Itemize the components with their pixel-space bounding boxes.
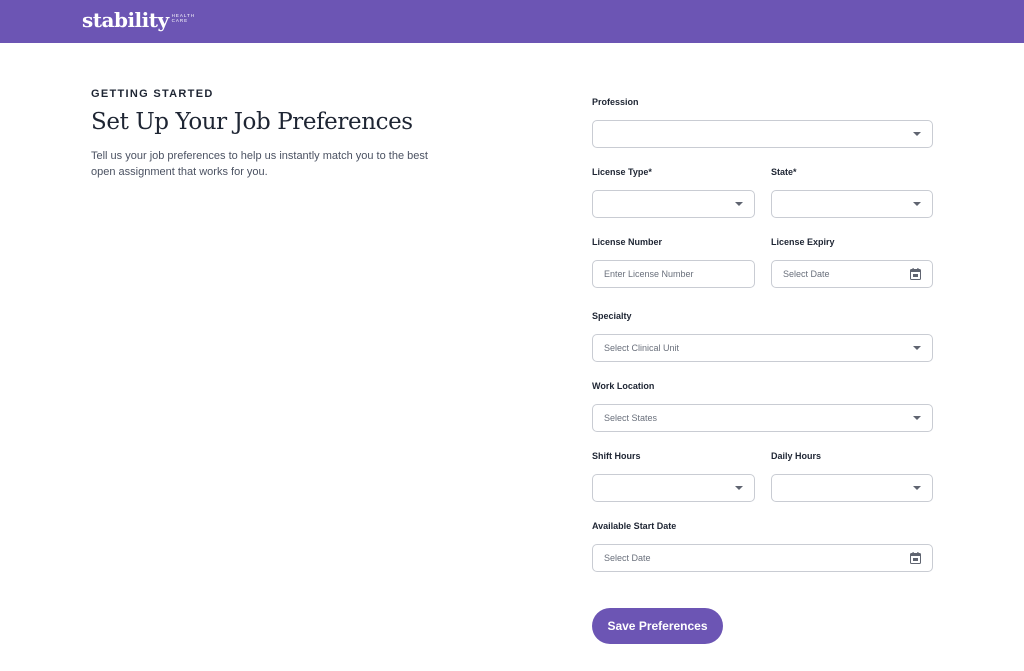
license-type-select[interactable] — [592, 190, 755, 218]
chevron-down-icon — [913, 346, 921, 350]
specialty-select[interactable]: Select Clinical Unit — [592, 334, 933, 362]
save-preferences-button[interactable]: Save Preferences — [592, 608, 723, 644]
page-description: Tell us your job preferences to help us … — [91, 150, 428, 178]
start-date-label: Available Start Date — [592, 521, 677, 531]
logo-subtitle: HEALTH CARE — [171, 13, 196, 23]
state-select[interactable] — [771, 190, 933, 218]
shift-hours-label: Shift Hours — [592, 451, 641, 461]
specialty-placeholder: Select Clinical Unit — [604, 343, 680, 353]
chevron-down-icon — [913, 416, 921, 420]
license-expiry-label: License Expiry — [771, 237, 835, 247]
start-date-placeholder: Select Date — [604, 553, 651, 563]
specialty-label: Specialty — [592, 311, 632, 321]
work-location-label: Work Location — [592, 381, 655, 391]
license-expiry-placeholder: Select Date — [783, 269, 830, 279]
chevron-down-icon — [913, 202, 921, 206]
chevron-down-icon — [735, 202, 743, 206]
shift-hours-select[interactable] — [592, 474, 755, 502]
chevron-down-icon — [735, 486, 743, 490]
work-location-select[interactable]: Select States — [592, 404, 933, 432]
top-bar: stability HEALTH CARE — [0, 0, 1024, 43]
chevron-down-icon — [913, 486, 921, 490]
state-label: State* — [771, 167, 797, 177]
start-date-input[interactable]: Select Date — [592, 544, 933, 572]
license-type-label: License Type* — [592, 167, 652, 177]
license-expiry-date-input[interactable]: Select Date — [771, 260, 933, 288]
logo-wordmark: stability — [82, 8, 169, 32]
profession-label: Profession — [592, 97, 639, 107]
eyebrow-text: GETTING STARTED — [91, 88, 214, 100]
stability-logo[interactable]: stability HEALTH CARE — [82, 7, 195, 33]
calendar-icon[interactable] — [910, 268, 921, 280]
work-location-placeholder: Select States — [604, 413, 658, 423]
chevron-down-icon — [913, 132, 921, 136]
license-number-placeholder: Enter License Number — [604, 269, 694, 279]
daily-hours-label: Daily Hours — [771, 451, 822, 461]
daily-hours-select[interactable] — [771, 474, 933, 502]
profession-select[interactable] — [592, 120, 933, 148]
intro-section: GETTING STARTED Set Up Your Job Preferen… — [91, 88, 451, 180]
calendar-icon[interactable] — [910, 552, 921, 564]
license-number-label: License Number — [592, 237, 663, 247]
page-title: Set Up Your Job Preferences — [91, 109, 413, 135]
license-number-input[interactable]: Enter License Number — [592, 260, 755, 288]
